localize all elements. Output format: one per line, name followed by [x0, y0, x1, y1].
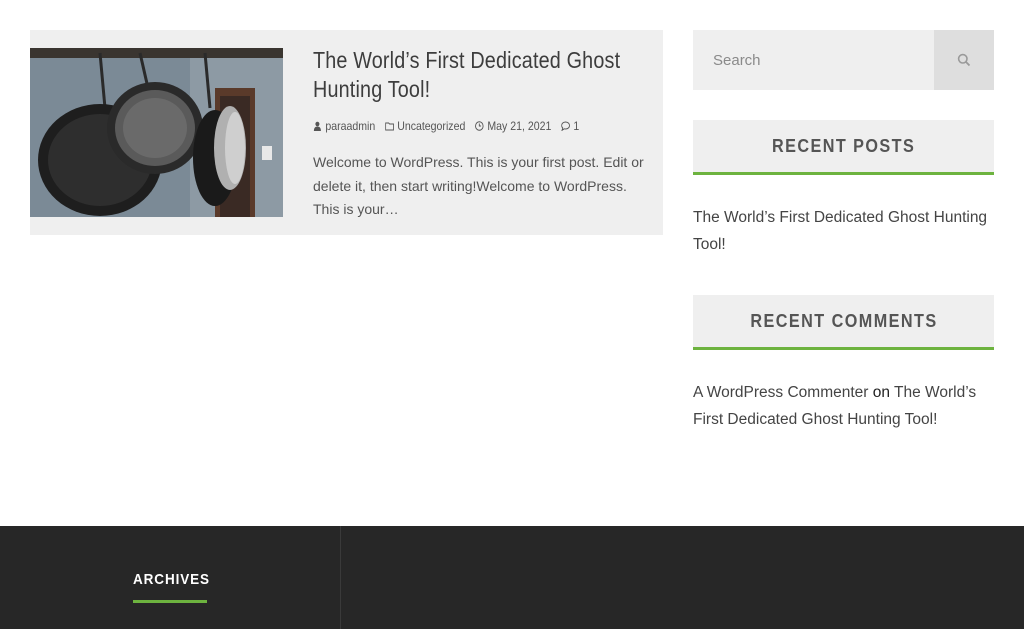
recent-posts-header: RECENT POSTS [693, 120, 994, 175]
comment-author-link[interactable]: A WordPress Commenter [693, 384, 868, 401]
post-meta: paraadmin Uncategorized May 21, 2021 1 [313, 119, 647, 133]
recent-comment-item: A WordPress Commenter on The World’s Fir… [693, 379, 994, 433]
search-form [693, 30, 994, 90]
recent-comments-header: RECENT COMMENTS [693, 295, 994, 350]
post-date[interactable]: May 21, 2021 [475, 119, 551, 133]
post-comments[interactable]: 1 [560, 119, 580, 133]
recent-posts-list: The World’s First Dedicated Ghost Huntin… [693, 204, 994, 258]
footer-archives-title: ARCHIVES [133, 571, 210, 588]
search-button[interactable] [934, 30, 994, 90]
clock-icon [475, 121, 484, 131]
comment-connector: on [872, 384, 890, 401]
post-date-text: May 21, 2021 [487, 119, 552, 133]
user-icon [313, 121, 321, 131]
search-icon [957, 53, 971, 67]
post-thumbnail[interactable] [30, 48, 283, 217]
post-comments-count: 1 [573, 119, 580, 133]
recent-post-link[interactable]: The World’s First Dedicated Ghost Huntin… [693, 209, 987, 253]
post-excerpt: Welcome to WordPress. This is your first… [313, 154, 644, 217]
post-title[interactable]: The World’s First Dedicated Ghost Huntin… [313, 46, 648, 104]
post-category[interactable]: Uncategorized [384, 119, 466, 133]
cast-iron-pans-photo [30, 48, 283, 217]
search-input[interactable] [693, 30, 934, 90]
post-body: The World’s First Dedicated Ghost Huntin… [313, 46, 648, 222]
comment-icon [560, 121, 570, 131]
post-card: The World’s First Dedicated Ghost Huntin… [30, 30, 663, 235]
folder-icon [384, 122, 394, 131]
recent-comments-title: RECENT COMMENTS [749, 310, 938, 331]
footer-divider [340, 526, 341, 629]
recent-posts-title: RECENT POSTS [771, 135, 916, 156]
site-footer: ARCHIVES [0, 526, 1024, 629]
post-author[interactable]: paraadmin [313, 119, 375, 133]
post-author-name: paraadmin [325, 119, 376, 133]
footer-title-underline [133, 600, 207, 603]
post-category-name: Uncategorized [397, 119, 466, 133]
